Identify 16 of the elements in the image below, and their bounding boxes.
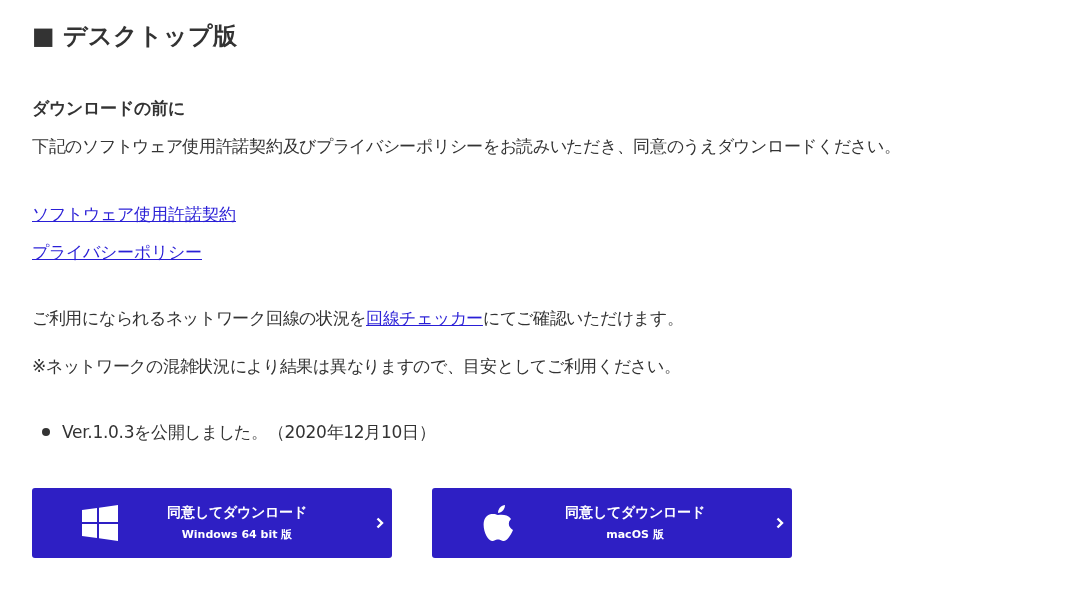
checker-link[interactable]: 回線チェッカー bbox=[366, 308, 483, 328]
caution-text: ※ネットワークの混雑状況により結果は異なりますので、目安としてご利用ください。 bbox=[32, 355, 682, 378]
subheading: ダウンロードの前に bbox=[32, 97, 186, 120]
download-button[interactable]: 同意してダウンロード macOS 版 bbox=[432, 488, 792, 558]
chevron-icon bbox=[776, 517, 784, 529]
intro-text: 下記のソフトウェア使用許諾契約及びプライバシーポリシーをお読みいただき、同意のうえダウンロードください。 bbox=[32, 135, 902, 158]
download-button[interactable]: 同意してダウンロード Windows 64 bit 版 bbox=[32, 488, 392, 558]
windows-icon bbox=[82, 505, 118, 541]
section-heading: ■ デスクトップ版 bbox=[32, 21, 239, 52]
bullet-icon bbox=[42, 428, 50, 436]
document-link[interactable]: ソフトウェア使用許諾契約 bbox=[32, 202, 236, 226]
network-note: ご利用になられるネットワーク回線の状況を回線チェッカーにてご確認いただけます。 bbox=[32, 307, 685, 330]
apple-icon bbox=[482, 504, 514, 542]
chevron-icon bbox=[376, 517, 384, 529]
news-text: Ver.1.0.3を公開しました。（2020年12月10日） bbox=[62, 421, 436, 444]
document-link[interactable]: プライバシーポリシー bbox=[32, 240, 202, 264]
